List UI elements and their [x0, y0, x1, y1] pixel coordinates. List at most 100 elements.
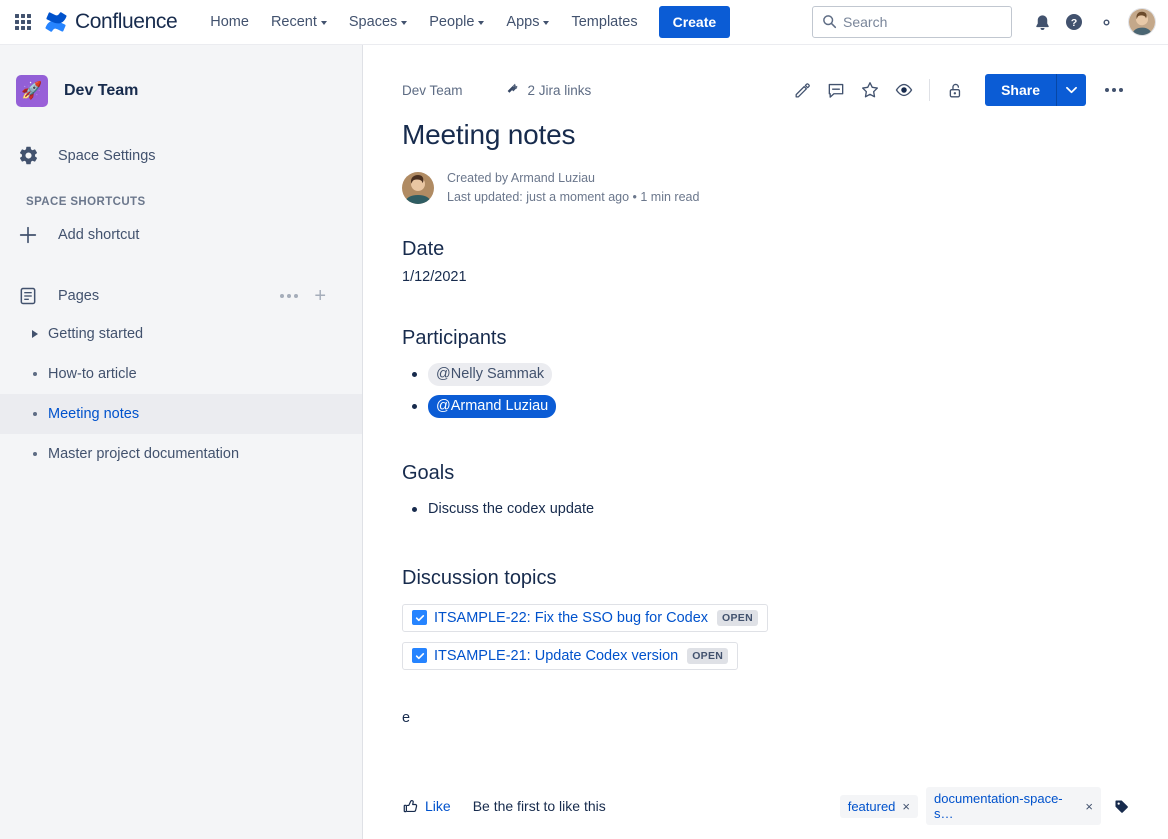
label-chip[interactable]: featured × [840, 795, 918, 818]
watch-button[interactable] [888, 74, 920, 106]
chevron-down-icon [321, 21, 327, 25]
jira-issue-card[interactable]: ITSAMPLE-22: Fix the SSO bug for Codex O… [402, 604, 768, 632]
sidebar-item-pages[interactable]: Pages + [0, 278, 362, 314]
rocket-icon: 🚀 [21, 81, 42, 101]
nav-item-label: People [429, 14, 474, 30]
sidebar-item-add-shortcut[interactable]: Add shortcut [0, 216, 362, 254]
jira-issue-key: ITSAMPLE-21: Update Codex version [434, 648, 678, 664]
nav-item-recent[interactable]: Recent [260, 8, 338, 36]
trailing-text: e [402, 710, 1130, 726]
nav-item-apps[interactable]: Apps [495, 8, 560, 36]
remove-label-icon[interactable]: × [1085, 799, 1093, 814]
gear-icon [1097, 13, 1116, 32]
gear-icon [16, 145, 40, 166]
page-title: Meeting notes [402, 119, 1130, 151]
pages-add-icon[interactable]: + [314, 286, 326, 306]
confluence-home-link[interactable]: Confluence [44, 10, 177, 34]
space-header[interactable]: 🚀 Dev Team [0, 69, 362, 113]
tree-item-label: Getting started [48, 326, 143, 342]
chevron-right-icon[interactable] [22, 330, 48, 338]
page-labels: featured × documentation-space-s… × [840, 787, 1130, 825]
comment-button[interactable] [820, 74, 852, 106]
label-chip[interactable]: documentation-space-s… × [926, 787, 1101, 825]
brand-name: Confluence [75, 10, 177, 34]
comment-icon [826, 80, 846, 100]
tag-icon [1113, 798, 1130, 815]
sidebar-item-label: Space Settings [58, 148, 156, 164]
nav-item-label: Home [210, 14, 249, 30]
page-more-actions-button[interactable] [1098, 74, 1130, 106]
byline-created: Created by Armand Luziau [447, 171, 595, 185]
jira-links-indicator[interactable]: 2 Jira links [505, 82, 592, 98]
like-button[interactable]: Like [402, 798, 451, 815]
section-heading-discussion-topics: Discussion topics [402, 567, 1130, 590]
search-icon [822, 14, 837, 29]
notifications-button[interactable] [1026, 6, 1058, 38]
status-badge: OPEN [717, 610, 758, 626]
sidebar-item-how-to-article[interactable]: How-to article [0, 354, 362, 394]
chevron-down-icon [478, 21, 484, 25]
like-meta: Be the first to like this [473, 798, 606, 814]
sidebar-item-meeting-notes[interactable]: Meeting notes [0, 394, 362, 434]
like-label: Like [425, 798, 451, 814]
svg-text:?: ? [1071, 18, 1077, 29]
page-action-buttons: Share [786, 74, 1130, 106]
sidebar-item-space-settings[interactable]: Space Settings [0, 137, 362, 174]
space-avatar: 🚀 [16, 75, 48, 107]
app-switcher-icon [15, 14, 31, 30]
page-byline: Created by Armand Luziau Last updated: j… [402, 169, 1130, 208]
add-label-button[interactable] [1113, 798, 1130, 815]
restrictions-button[interactable] [939, 74, 971, 106]
sidebar-item-getting-started[interactable]: Getting started [0, 314, 362, 354]
pages-more-icon[interactable] [280, 294, 298, 298]
pages-actions: + [280, 286, 346, 306]
goals-list: Discuss the codex update [402, 493, 1130, 525]
status-badge: OPEN [687, 648, 728, 664]
space-sidebar: 🚀 Dev Team Space Settings SPACE SHORTCUT… [0, 45, 363, 839]
byline-updated: Last updated: just a moment ago • 1 min … [447, 188, 699, 207]
jira-task-icon [412, 648, 427, 663]
sidebar-item-label: Add shortcut [58, 227, 139, 243]
jira-task-icon [412, 610, 427, 625]
edit-button[interactable] [786, 74, 818, 106]
nav-item-people[interactable]: People [418, 8, 495, 36]
page-body: Meeting notes Created by Armand Luziau L… [364, 119, 1168, 726]
jira-links-label: 2 Jira links [528, 83, 592, 98]
list-item: Discuss the codex update [402, 493, 1130, 525]
star-button[interactable] [854, 74, 886, 106]
user-avatar[interactable] [1128, 8, 1156, 36]
search-field[interactable] [812, 6, 1012, 38]
nav-item-label: Recent [271, 14, 317, 30]
mention-lozenge[interactable]: @Nelly Sammak [428, 363, 552, 386]
breadcrumb[interactable]: Dev Team [402, 83, 463, 98]
bullet-icon [22, 372, 48, 376]
byline-text: Created by Armand Luziau Last updated: j… [447, 169, 699, 208]
app-switcher-button[interactable] [10, 9, 36, 35]
create-button[interactable]: Create [659, 6, 731, 38]
jira-issue-card[interactable]: ITSAMPLE-21: Update Codex version OPEN [402, 642, 738, 670]
space-name: Dev Team [64, 82, 138, 100]
nav-item-spaces[interactable]: Spaces [338, 8, 418, 36]
sidebar-item-master-project-documentation[interactable]: Master project documentation [0, 434, 362, 474]
mention-lozenge[interactable]: @Armand Luziau [428, 395, 556, 418]
settings-button[interactable] [1090, 6, 1122, 38]
date-value: 1/12/2021 [402, 269, 1130, 285]
remove-label-icon[interactable]: × [902, 799, 910, 814]
participants-list: @Nelly Sammak @Armand Luziau [402, 358, 1130, 422]
share-dropdown-button[interactable] [1056, 74, 1086, 106]
share-button[interactable]: Share [985, 74, 1056, 106]
nav-item-label: Apps [506, 14, 539, 30]
search-input[interactable] [843, 14, 1011, 30]
chevron-down-icon [1066, 86, 1077, 94]
nav-right-cluster: ? [812, 6, 1156, 38]
help-button[interactable]: ? [1058, 6, 1090, 38]
star-icon [860, 80, 880, 100]
bullet-icon [22, 412, 48, 416]
notifications-bell-icon [1033, 13, 1052, 32]
author-avatar[interactable] [402, 172, 434, 204]
jira-issue-list: ITSAMPLE-22: Fix the SSO bug for Codex O… [402, 598, 1130, 670]
nav-item-home[interactable]: Home [199, 8, 260, 36]
tree-item-label: Master project documentation [48, 446, 239, 462]
list-item: @Nelly Sammak [402, 358, 1130, 390]
nav-item-templates[interactable]: Templates [560, 8, 648, 36]
